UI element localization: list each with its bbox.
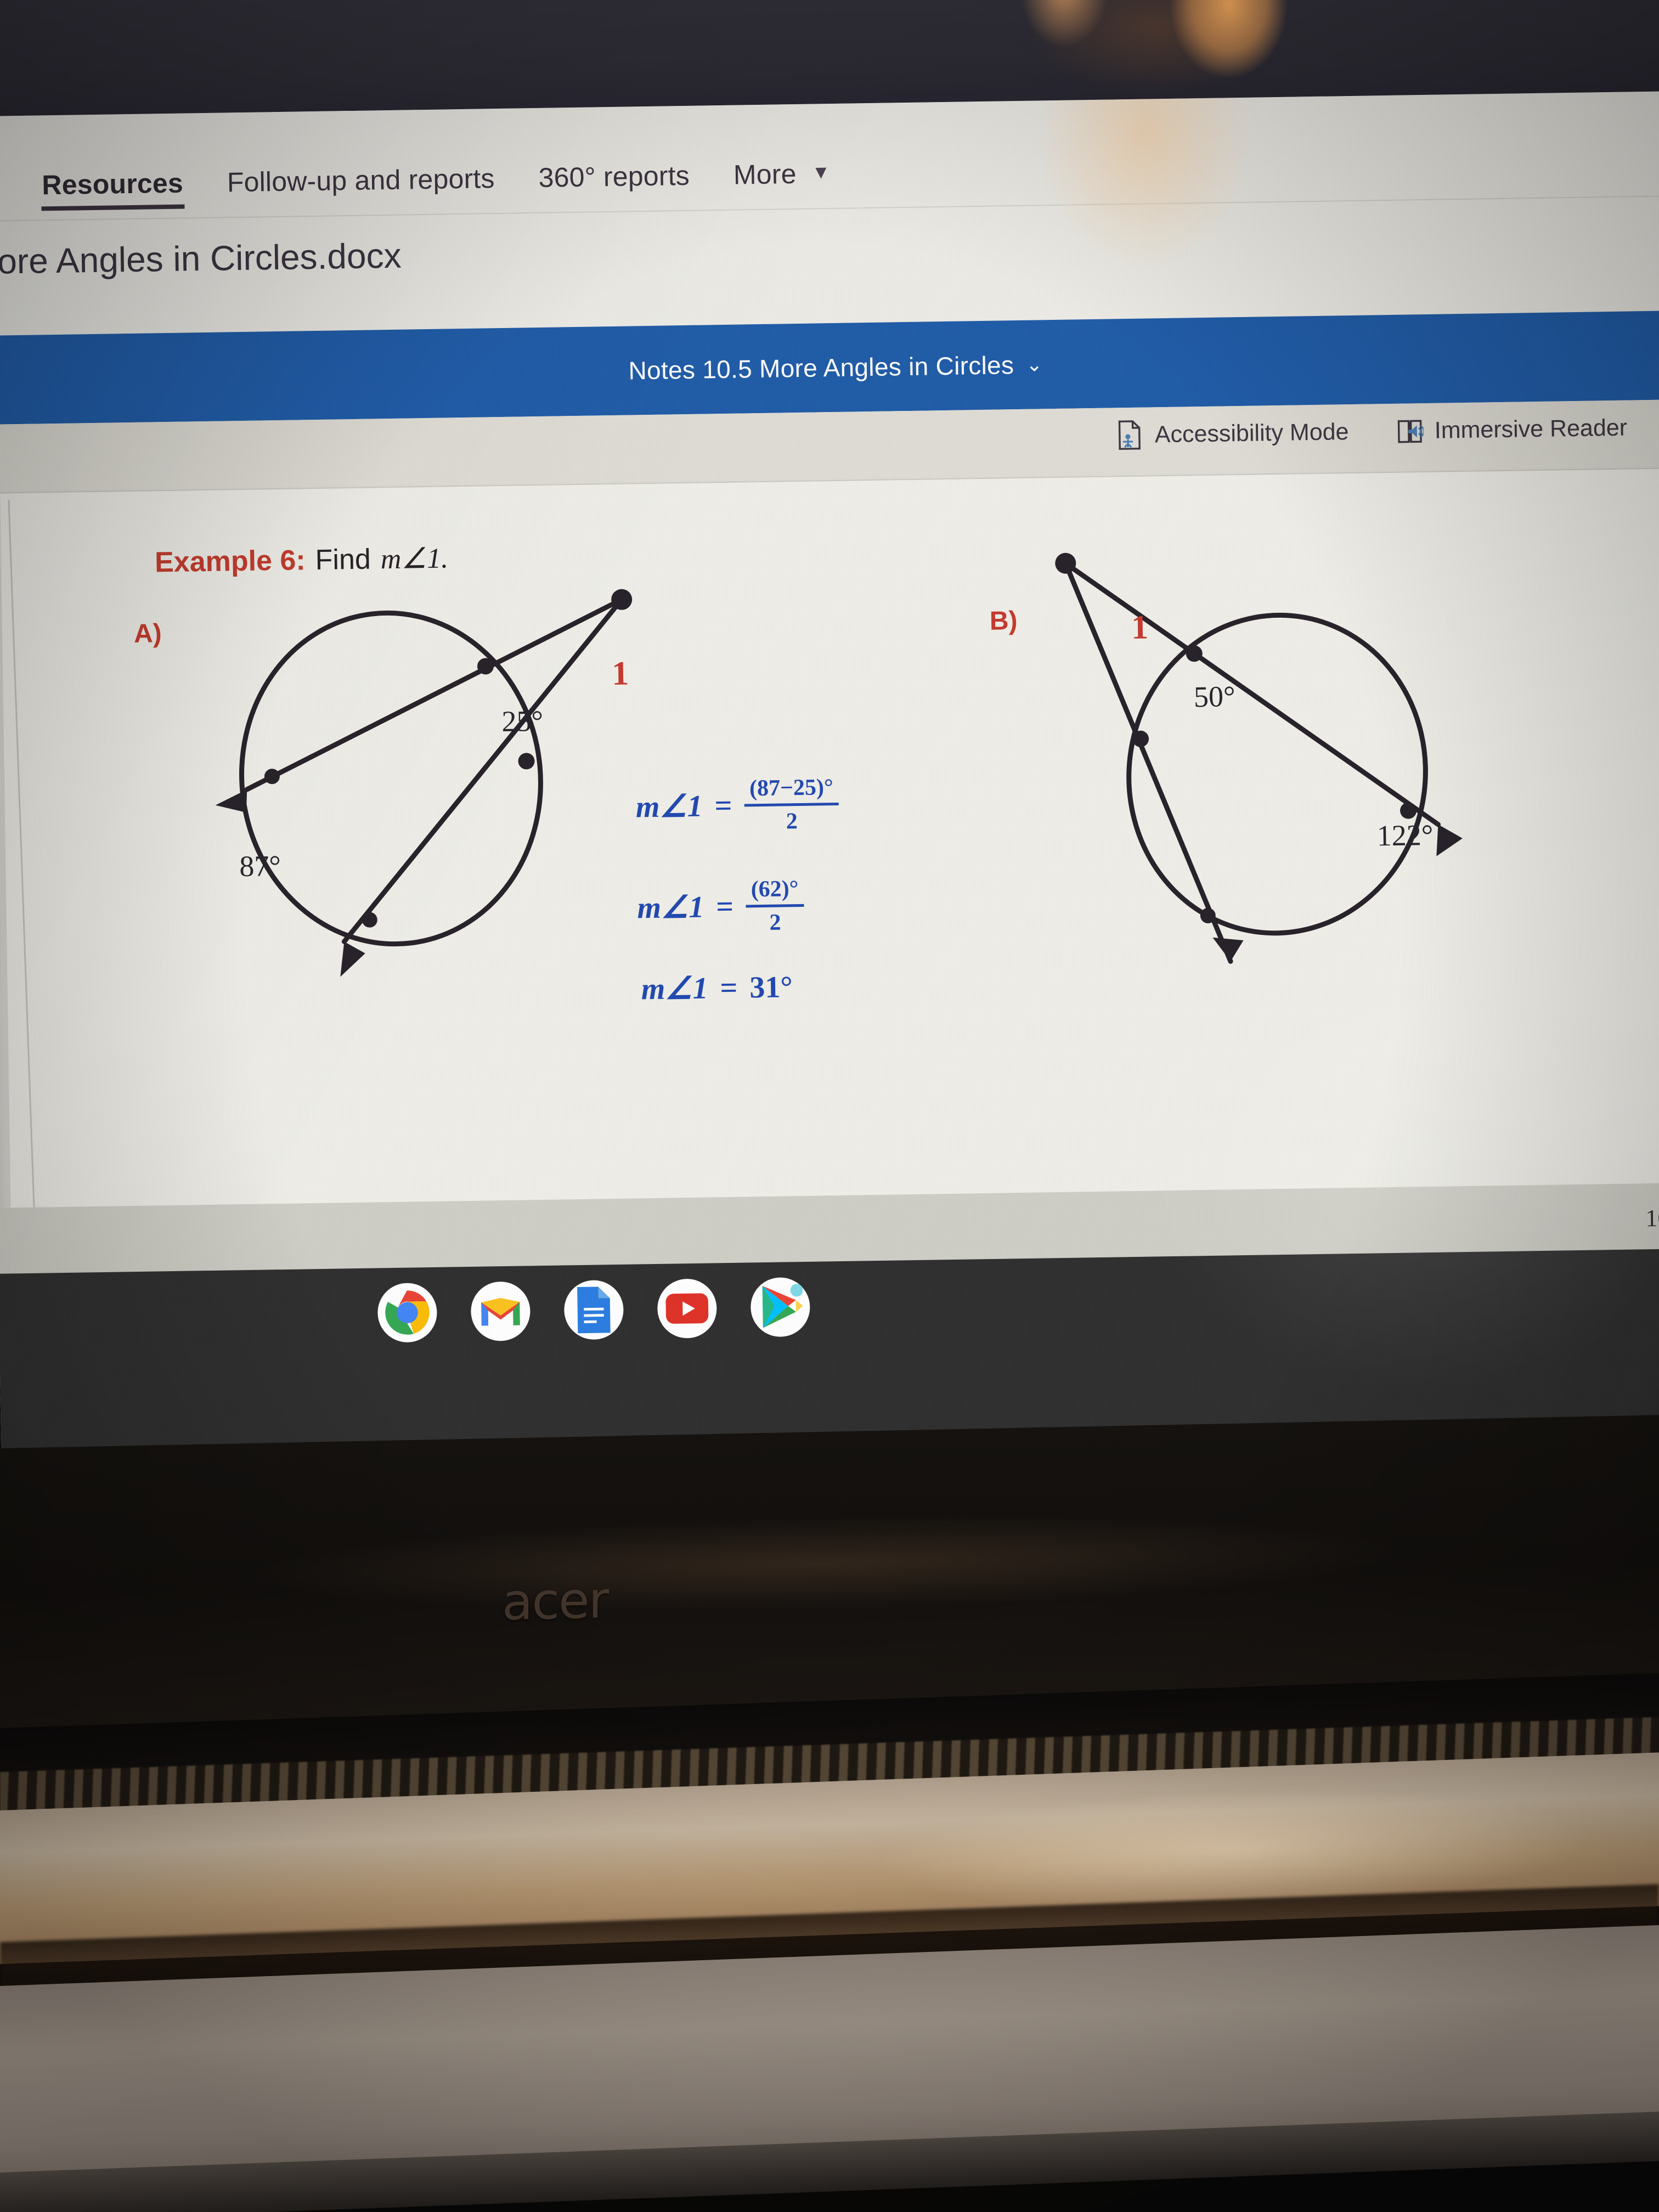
- diagram-b-arrow-upper: [1436, 824, 1463, 856]
- nav-item-label: Resources: [41, 167, 184, 201]
- accessibility-mode-button[interactable]: Accessibility Mode: [1116, 416, 1349, 451]
- fraction: (87−25)° 2: [744, 774, 839, 836]
- solution-lhs: m∠1: [637, 890, 704, 926]
- nav-item-label: More: [733, 158, 797, 190]
- immersive-reader-label: Immersive Reader: [1434, 414, 1628, 444]
- banner-chevron-down-icon[interactable]: ⌄: [1026, 353, 1043, 376]
- diagram-a-arrow-upper: [215, 789, 247, 812]
- youtube-app-icon[interactable]: [657, 1278, 718, 1339]
- nav-item-plans[interactable]: lans: [0, 170, 20, 212]
- equals-sign: =: [720, 970, 738, 1005]
- google-docs-app-icon[interactable]: [563, 1279, 624, 1340]
- chrome-app-icon[interactable]: [377, 1282, 438, 1343]
- nav-items: lans Resources Follow-up and reports 360…: [0, 157, 853, 212]
- part-a-label: A): [133, 619, 162, 648]
- shelf-app-icons: [377, 1277, 811, 1343]
- nav-item-label: Follow-up and reports: [227, 163, 495, 198]
- document-filename: More Angles in Circles.docx: [0, 235, 402, 282]
- play-store-app-icon[interactable]: [750, 1277, 811, 1338]
- solution-lhs: m∠1: [641, 971, 708, 1007]
- equals-sign: =: [714, 788, 732, 823]
- chevron-down-icon: ▼: [811, 162, 831, 183]
- diagram-a-arrow-lower: [340, 941, 365, 977]
- gmail-app-icon[interactable]: [470, 1281, 531, 1341]
- solution-line-2: m∠1 = (62)° 2: [637, 876, 805, 938]
- diagram-a-far-arc-label: 87°: [239, 849, 281, 883]
- diagram-b-far-arc-label: 122°: [1376, 818, 1434, 853]
- immersive-reader-button[interactable]: Immersive Reader: [1396, 413, 1627, 447]
- nav-item-more[interactable]: More ▼: [711, 157, 853, 201]
- diagram-a-secant-upper: [244, 597, 624, 792]
- diagram-b-circle: [1126, 612, 1428, 936]
- banner-title: Notes 10.5 More Angles in Circles: [628, 351, 1014, 385]
- fraction-numerator: (87−25)°: [749, 775, 834, 802]
- diagram-b-near-arc-label: 50°: [1193, 680, 1235, 714]
- zoom-level-indicator[interactable]: 100%: [1645, 1204, 1659, 1233]
- fraction-numerator: (62)°: [751, 876, 799, 902]
- fraction: (62)° 2: [745, 876, 805, 936]
- diagram-b-angle-label: 1: [1131, 608, 1149, 647]
- laptop-screen: lans Resources Follow-up and reports 360…: [0, 91, 1659, 1455]
- document-accessibility-icon: [1116, 420, 1144, 451]
- nav-item-label: 360° reports: [538, 160, 690, 193]
- diagram-a-point-near-lower: [518, 753, 535, 770]
- book-speaker-icon: [1396, 415, 1424, 447]
- acer-brand-logo: acer: [502, 1571, 608, 1632]
- diagram-b-arrow-lower: [1212, 937, 1244, 962]
- equals-sign: =: [715, 889, 734, 924]
- diagram-a-angle-label: 1: [611, 654, 629, 693]
- solution-line-1: m∠1 = (87−25)° 2: [635, 774, 839, 837]
- fraction-denominator: 2: [769, 910, 781, 935]
- nav-item-360-reports[interactable]: 360° reports: [516, 159, 712, 204]
- solution-result: 31°: [749, 969, 793, 1005]
- nav-item-resources[interactable]: Resources: [20, 167, 206, 211]
- solution-lhs: m∠1: [635, 789, 703, 825]
- accessibility-mode-label: Accessibility Mode: [1154, 418, 1349, 448]
- nav-item-follow-up-and-reports[interactable]: Follow-up and reports: [205, 162, 517, 208]
- solution-line-3: m∠1 = 31°: [641, 969, 793, 1007]
- fraction-denominator: 2: [786, 809, 798, 834]
- laptop-photo: lans Resources Follow-up and reports 360…: [0, 0, 1659, 2212]
- diagram-b-figure: [1055, 552, 1463, 964]
- part-b-label: B): [989, 606, 1018, 636]
- document-page: Example 6: Find m∠1. A) 1 25° 87° B) 1 5…: [0, 468, 1659, 1208]
- diagram-a-near-arc-label: 25°: [501, 704, 544, 738]
